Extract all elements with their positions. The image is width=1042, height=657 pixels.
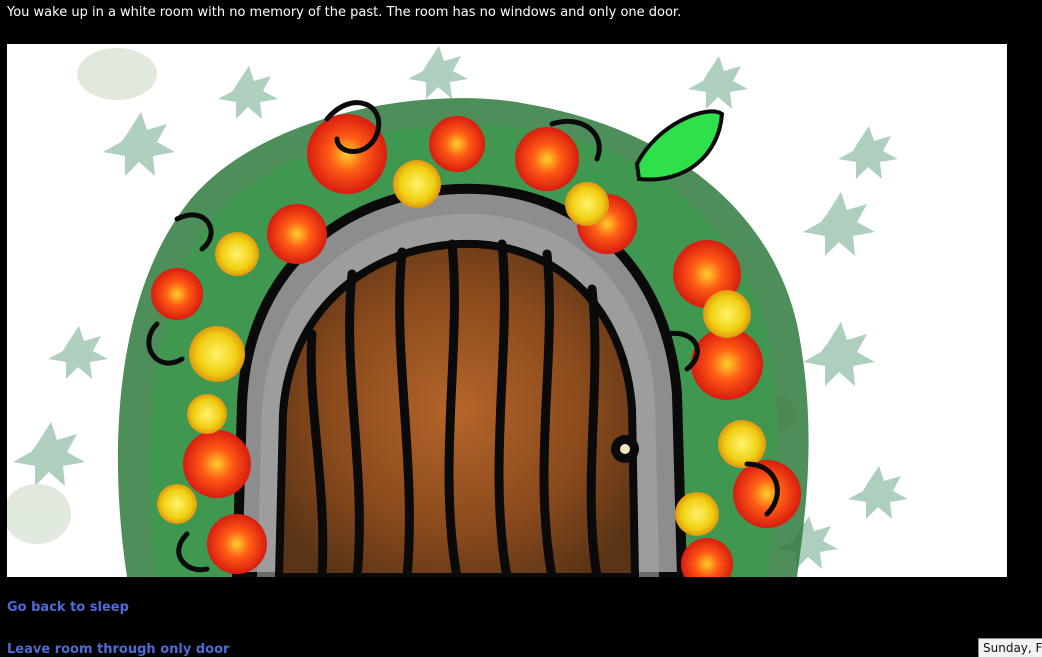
choice-leave-room[interactable]: Leave room through only door [7,642,229,657]
scene-image [7,44,1007,577]
green-leaf-accent [634,109,725,182]
doorknob [611,435,639,463]
door-illustration [7,46,908,577]
choice-go-back-to-sleep[interactable]: Go back to sleep [7,600,129,615]
game-page: You wake up in a white room with no memo… [0,0,1042,657]
story-text: You wake up in a white room with no memo… [7,5,682,20]
date-tooltip: Sunday, Fel [978,638,1042,657]
